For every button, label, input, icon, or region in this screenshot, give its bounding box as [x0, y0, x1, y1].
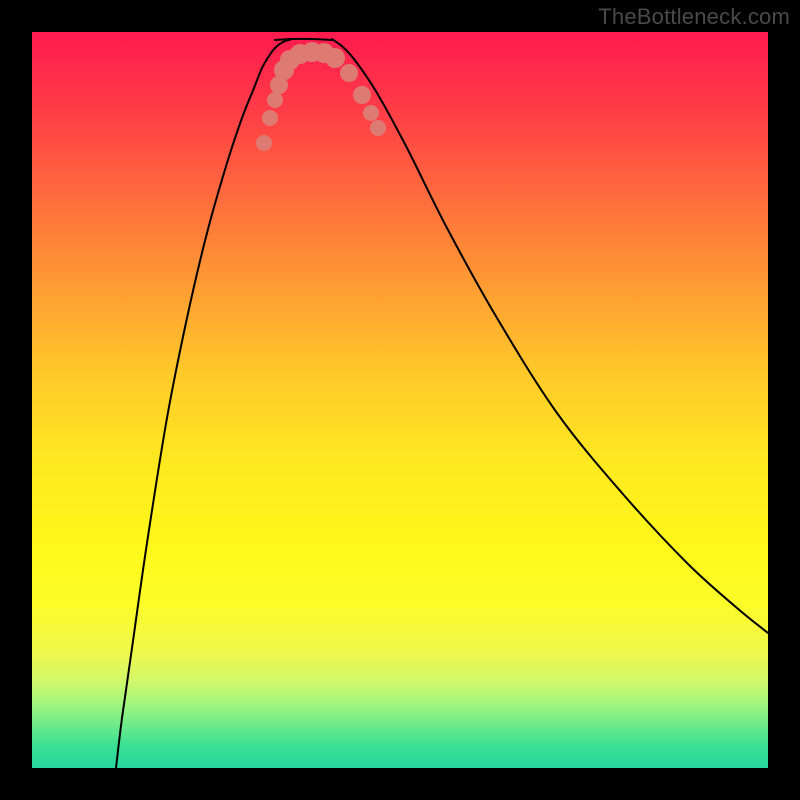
- plot-area: [32, 32, 768, 768]
- series-valley-floor: [275, 39, 332, 40]
- highlight-dot: [363, 105, 379, 121]
- chart-frame: TheBottleneck.com: [0, 0, 800, 800]
- highlight-dot: [256, 135, 272, 151]
- marker-group: [256, 42, 386, 151]
- highlight-dot: [340, 64, 358, 82]
- curve-group: [116, 39, 768, 768]
- highlight-dot: [325, 48, 345, 68]
- watermark-text: TheBottleneck.com: [598, 4, 790, 30]
- highlight-dot: [370, 120, 386, 136]
- highlight-dot: [267, 92, 283, 108]
- chart-svg: [32, 32, 768, 768]
- highlight-dot: [262, 110, 278, 126]
- series-right-branch: [332, 39, 768, 633]
- highlight-dot: [353, 86, 371, 104]
